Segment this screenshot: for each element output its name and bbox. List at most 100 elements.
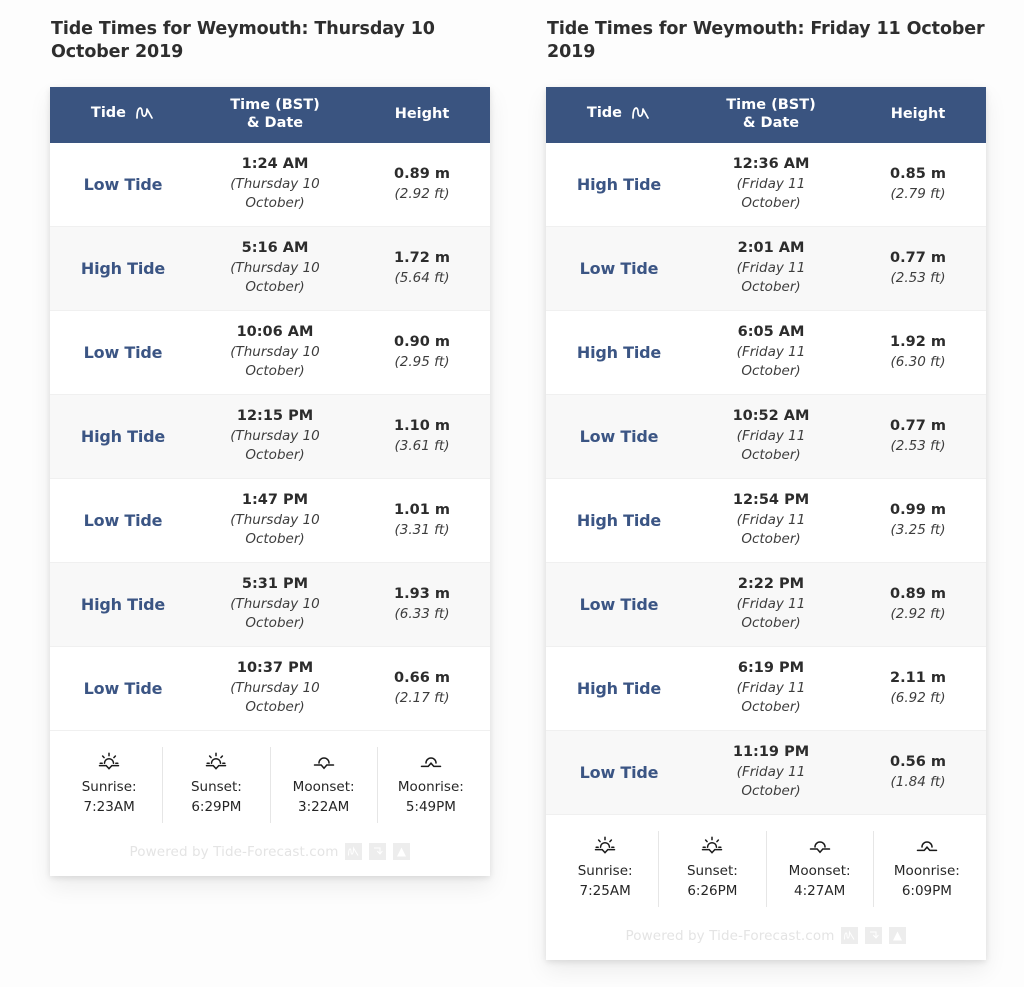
cell-tide: Low Tide [546, 753, 692, 792]
tide-height-feet: (6.92 ft) [890, 689, 946, 706]
tide-height-metres: 0.89 m [890, 586, 946, 603]
tide-height-metres: 0.89 m [394, 166, 450, 183]
powered-by-label[interactable]: Powered by Tide-Forecast.com [626, 928, 835, 944]
table-row: Low Tide 10:52 AM (Friday 11 October) 0.7… [546, 394, 986, 479]
tide-height-metres: 0.99 m [890, 502, 946, 519]
tide-date: (Thursday 10 October) [230, 679, 320, 715]
tide-height-metres: 0.77 m [890, 250, 946, 267]
download-arrow-badge-icon[interactable] [865, 927, 883, 945]
mountain-badge-icon[interactable] [393, 843, 411, 861]
column-header-time: Time (BST) & Date [196, 97, 354, 131]
column-header-time-line2: & Date [246, 114, 304, 131]
page-title: Tide Times for Weymouth: Thursday 10 Oct… [51, 19, 435, 63]
cell-height: 0.90 m (2.95 ft) [354, 322, 490, 381]
tide-date: (Friday 11 October) [736, 679, 806, 715]
tide-date: (Thursday 10 October) [230, 343, 320, 379]
tide-height-feet: (6.33 ft) [394, 605, 450, 622]
table-row: High Tide 5:16 AM (Thursday 10 October) 1… [50, 226, 490, 311]
moonrise-icon [380, 749, 482, 773]
cell-tide: Low Tide [546, 585, 692, 624]
astro-item-sunset: Sunset: 6:26PM [659, 830, 767, 908]
cell-height: 1.92 m (6.30 ft) [850, 322, 986, 381]
astro-value: 6:29PM [191, 798, 242, 815]
column-header-height: Height [890, 105, 946, 122]
tide-height-feet: (5.64 ft) [394, 269, 450, 286]
astro-label: Sunrise: [577, 862, 633, 879]
sunset-icon [661, 833, 763, 857]
tide-time: 6:05 AM [737, 324, 805, 341]
astro-label: Sunset: [686, 862, 738, 879]
tide-date: (Friday 11 October) [736, 343, 806, 379]
column-header-time-line1: Time (BST) [230, 97, 320, 114]
astro-item-moonrise: Moonrise: 6:09PM [874, 831, 980, 908]
column-header-tide: Tide [50, 104, 196, 125]
page-title: Tide Times for Weymouth: Friday 11 Octob… [547, 19, 985, 63]
sunrise-icon-svg [98, 751, 120, 770]
tide-time: 12:54 PM [732, 492, 810, 509]
cell-tide: High Tide [50, 417, 196, 456]
tide-time: 10:52 AM [732, 408, 810, 425]
tide-height-metres: 1.10 m [394, 418, 450, 435]
moonrise-icon [876, 833, 978, 857]
moonset-icon-svg [809, 840, 830, 853]
cell-time: 10:06 AM (Thursday 10 October) [196, 313, 354, 391]
column-header-time: Time (BST) & Date [692, 97, 850, 131]
powered-by-label[interactable]: Powered by Tide-Forecast.com [130, 844, 339, 860]
mountain-badge-icon[interactable] [889, 927, 907, 945]
table-row: High Tide 12:54 PM (Friday 11 October) 0.… [546, 479, 986, 563]
table-header-row: Tide Time (BST) & Date Height [546, 86, 986, 143]
cell-height: 0.77 m (2.53 ft) [850, 238, 986, 297]
wave-chart-badge-icon[interactable] [841, 927, 859, 945]
moonset-icon [273, 749, 375, 773]
tide-height-metres: 2.11 m [890, 670, 946, 687]
sunrise-icon [58, 749, 160, 773]
wave-chart-badge-icon-svg [348, 846, 359, 856]
wave-chart-badge-icon[interactable] [345, 843, 363, 861]
sunrise-icon [554, 833, 656, 857]
astro-label: Moonset: [788, 862, 851, 879]
column-header-height: Height [394, 105, 450, 122]
table-row: Low Tide 10:37 PM (Thursday 10 October) 0… [50, 647, 490, 731]
astro-item-moonrise: Moonrise: 5:49PM [378, 747, 484, 824]
tide-type-label: Low Tide [83, 678, 163, 698]
astro-value: 6:09PM [901, 882, 952, 899]
tide-date: (Friday 11 October) [736, 175, 806, 211]
tide-panel-friday: Tide Times for Weymouth: Friday 11 Octob… [546, 18, 986, 961]
tide-type-label: Low Tide [83, 510, 163, 530]
cell-height: 0.85 m (2.79 ft) [850, 154, 986, 213]
mountain-badge-icon-svg [397, 847, 407, 857]
tide-date: (Friday 11 October) [736, 427, 806, 463]
cell-height: 0.89 m (2.92 ft) [354, 154, 490, 213]
tide-time: 1:47 PM [241, 492, 309, 509]
cell-time: 11:19 PM (Friday 11 October) [692, 733, 850, 811]
cell-tide: Low Tide [50, 669, 196, 708]
cell-height: 0.77 m (2.53 ft) [850, 406, 986, 465]
tide-date: (Friday 11 October) [736, 595, 806, 631]
astro-label: Sunset: [190, 778, 242, 795]
download-arrow-badge-icon-svg [374, 847, 384, 855]
tide-height-feet: (2.95 ft) [394, 353, 450, 370]
tide-type-label: Low Tide [579, 258, 659, 278]
cell-tide: High Tide [546, 333, 692, 372]
tide-type-label: Low Tide [83, 174, 163, 194]
tide-type-label: Low Tide [579, 762, 659, 782]
tide-type-label: High Tide [576, 678, 662, 698]
cell-height: 1.01 m (3.31 ft) [354, 490, 490, 549]
tide-height-metres: 0.90 m [394, 334, 450, 351]
cell-time: 1:24 AM (Thursday 10 October) [196, 145, 354, 223]
cell-time: 6:19 PM (Friday 11 October) [692, 649, 850, 727]
tide-type-label: High Tide [576, 174, 662, 194]
tide-height-metres: 1.72 m [394, 250, 450, 267]
astro-label: Moonrise: [397, 778, 464, 795]
tide-height-feet: (1.84 ft) [890, 773, 946, 790]
cell-tide: High Tide [546, 669, 692, 708]
tide-height-feet: (2.17 ft) [394, 689, 450, 706]
tide-height-feet: (2.92 ft) [890, 605, 946, 622]
tide-time: 1:24 AM [241, 156, 309, 173]
astro-item-sunrise: Sunrise: 7:23AM [56, 746, 164, 824]
tide-height-metres: 1.01 m [394, 502, 450, 519]
astro-value: 7:23AM [83, 798, 135, 815]
download-arrow-badge-icon[interactable] [369, 843, 387, 861]
table-row: Low Tide 1:47 PM (Thursday 10 October) 1.… [50, 479, 490, 563]
tide-wave-icon [135, 104, 155, 125]
